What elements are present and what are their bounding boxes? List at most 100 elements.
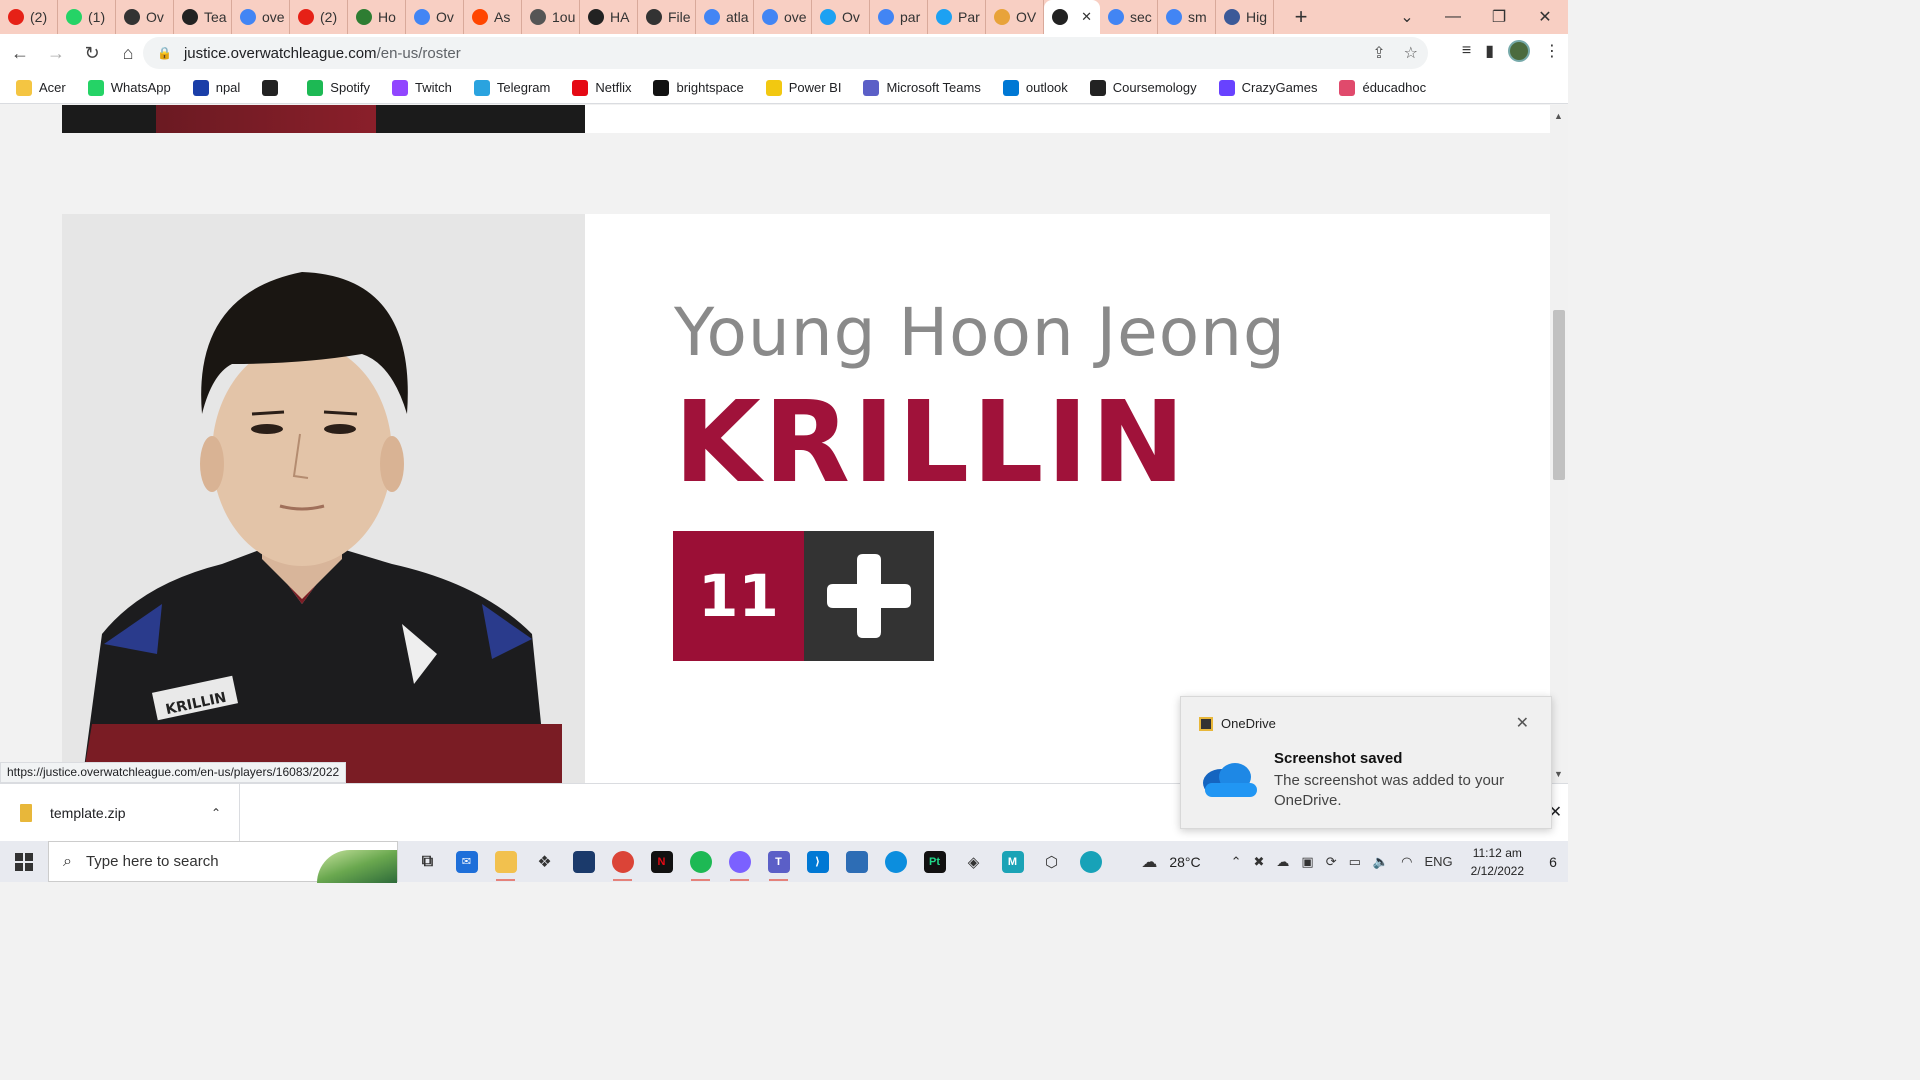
restore-button[interactable]: ❐ <box>1476 7 1522 27</box>
url-text[interactable]: justice.overwatchleague.com/en-us/roster <box>184 45 461 62</box>
address-bar[interactable]: 🔒 justice.overwatchleague.com/en-us/rost… <box>143 37 1428 69</box>
weather-temperature[interactable]: 28°C <box>1169 854 1200 870</box>
bookmark-label: Netflix <box>595 80 632 95</box>
pycharm-icon[interactable]: Pt <box>915 841 954 882</box>
bookmark-item[interactable]: outlook <box>1002 79 1068 96</box>
app-store-icon[interactable] <box>564 841 603 882</box>
browser-tab[interactable]: Par <box>928 0 986 34</box>
language-indicator[interactable]: ENG <box>1424 854 1452 869</box>
maya-icon[interactable]: M <box>993 841 1032 882</box>
bookmark-item[interactable]: Telegram <box>473 79 550 96</box>
browser-tab[interactable]: atla <box>696 0 754 34</box>
bookmark-item[interactable]: Twitch <box>392 79 452 96</box>
browser-tab[interactable]: File <box>638 0 696 34</box>
browser-tab[interactable]: par <box>870 0 928 34</box>
netflix-app-icon[interactable]: N <box>642 841 681 882</box>
back-button[interactable]: ← <box>4 37 36 69</box>
browser-tab[interactable]: Ov <box>812 0 870 34</box>
browser-tab[interactable]: ove <box>232 0 290 34</box>
unity-hub-icon[interactable]: ⬡ <box>1032 841 1071 882</box>
lock-icon[interactable]: 🔒 <box>157 46 172 60</box>
browser-tab[interactable]: ✕ <box>1044 0 1100 34</box>
browser-tab[interactable]: 1ou <box>522 0 580 34</box>
volume-icon[interactable]: 🔈 <box>1373 854 1389 870</box>
clock[interactable]: 11:12 am 2/12/2022 <box>1471 844 1524 880</box>
browser-tab[interactable]: (1) <box>58 0 116 34</box>
tab-search-icon[interactable]: ⌄ <box>1384 7 1430 27</box>
share-icon[interactable]: ⇪ <box>1372 43 1385 63</box>
bookmark-item[interactable]: Acer <box>16 79 66 96</box>
mail-icon[interactable]: ✉ <box>447 841 486 882</box>
new-tab-button[interactable]: + <box>1284 0 1318 34</box>
scrollbar-thumb[interactable] <box>1553 310 1565 480</box>
download-item[interactable]: template.zip ⌃ <box>0 784 240 842</box>
page-scrollbar[interactable]: ▲ ▼ <box>1550 105 1568 783</box>
chrome-icon[interactable] <box>603 841 642 882</box>
profile-avatar[interactable] <box>1508 40 1530 62</box>
notification-center-button[interactable]: 6 <box>1538 841 1568 882</box>
media-control-icon[interactable]: ≡ <box>1462 42 1471 60</box>
player-photo[interactable]: KRILLIN <box>62 214 585 783</box>
bookmark-item[interactable]: WhatsApp <box>87 79 171 96</box>
scroll-down-arrow[interactable]: ▼ <box>1554 769 1563 779</box>
browser-tab[interactable]: OV <box>986 0 1044 34</box>
bookmark-item[interactable]: CrazyGames <box>1218 79 1317 96</box>
vscode-icon[interactable]: ⟩ <box>798 841 837 882</box>
update-icon[interactable]: ⟳ <box>1326 854 1337 870</box>
browser-tab[interactable]: Ov <box>406 0 464 34</box>
browser-tab[interactable]: sm <box>1158 0 1216 34</box>
browser-tab[interactable]: (2) <box>0 0 58 34</box>
teams-app-icon[interactable]: T <box>759 841 798 882</box>
edge-beta-icon[interactable] <box>1071 841 1110 882</box>
minimize-button[interactable]: — <box>1430 8 1476 26</box>
bookmark-item[interactable]: brightspace <box>653 79 744 96</box>
bookmark-item[interactable]: Microsoft Teams <box>863 79 981 96</box>
bookmark-item[interactable]: npal <box>192 79 240 96</box>
onedrive-tray-icon[interactable]: ☁ <box>1276 854 1289 870</box>
weather-icon[interactable]: ☁ <box>1141 852 1157 872</box>
browser-tab[interactable]: Ov <box>116 0 174 34</box>
photos-icon[interactable] <box>837 841 876 882</box>
spotify-app-icon[interactable] <box>681 841 720 882</box>
wifi-icon[interactable]: ◠ <box>1401 854 1412 870</box>
start-button[interactable] <box>0 841 48 882</box>
antivirus-icon[interactable]: ✖ <box>1254 854 1265 870</box>
menu-icon[interactable]: ⋮ <box>1544 41 1560 61</box>
task-view-icon[interactable]: ⧉ <box>408 841 447 882</box>
device-icon[interactable]: ▣ <box>1301 854 1313 870</box>
browser-tab[interactable]: (2) <box>290 0 348 34</box>
forward-button[interactable]: → <box>40 37 72 69</box>
onedrive-notification[interactable]: OneDrive ✕ Screenshot saved The screensh… <box>1180 696 1552 829</box>
close-window-button[interactable]: ✕ <box>1522 7 1568 27</box>
browser-tab[interactable]: Tea <box>174 0 232 34</box>
browser-tab[interactable]: sec <box>1100 0 1158 34</box>
bookmark-item[interactable]: Spotify <box>307 79 370 96</box>
home-button[interactable]: ⌂ <box>112 37 144 69</box>
file-explorer-icon[interactable] <box>486 841 525 882</box>
battery-icon[interactable]: ▭ <box>1349 854 1361 870</box>
edge-icon[interactable] <box>876 841 915 882</box>
chevron-up-icon[interactable]: ⌃ <box>211 806 221 820</box>
scroll-up-arrow[interactable]: ▲ <box>1554 111 1563 121</box>
bookmark-item[interactable]: Coursemology <box>1089 79 1197 96</box>
unity-icon[interactable]: ◈ <box>954 841 993 882</box>
browser-tab[interactable]: Ho <box>348 0 406 34</box>
messenger-icon[interactable] <box>720 841 759 882</box>
bookmark-item[interactable]: Power BI <box>765 79 841 96</box>
notification-close-button[interactable]: ✕ <box>1516 713 1529 733</box>
side-panel-icon[interactable]: ▮ <box>1485 41 1494 61</box>
bookmark-star-icon[interactable]: ☆ <box>1404 43 1418 63</box>
dropbox-icon[interactable]: ❖ <box>525 841 564 882</box>
browser-tab[interactable]: HA <box>580 0 638 34</box>
browser-tab[interactable]: ove <box>754 0 812 34</box>
browser-tab[interactable]: As <box>464 0 522 34</box>
browser-tab[interactable]: Hig <box>1216 0 1274 34</box>
previous-player-photo[interactable] <box>62 105 585 133</box>
bookmark-item[interactable] <box>262 79 285 96</box>
bookmark-item[interactable]: Netflix <box>572 79 632 96</box>
bookmark-item[interactable]: éducadhoc <box>1339 79 1426 96</box>
chevron-up-icon[interactable]: ⌃ <box>1231 854 1242 870</box>
close-tab-icon[interactable]: ✕ <box>1081 9 1092 25</box>
taskbar-search-box[interactable]: ⌕ Type here to search <box>48 841 398 883</box>
reload-button[interactable]: ↻ <box>76 37 108 69</box>
